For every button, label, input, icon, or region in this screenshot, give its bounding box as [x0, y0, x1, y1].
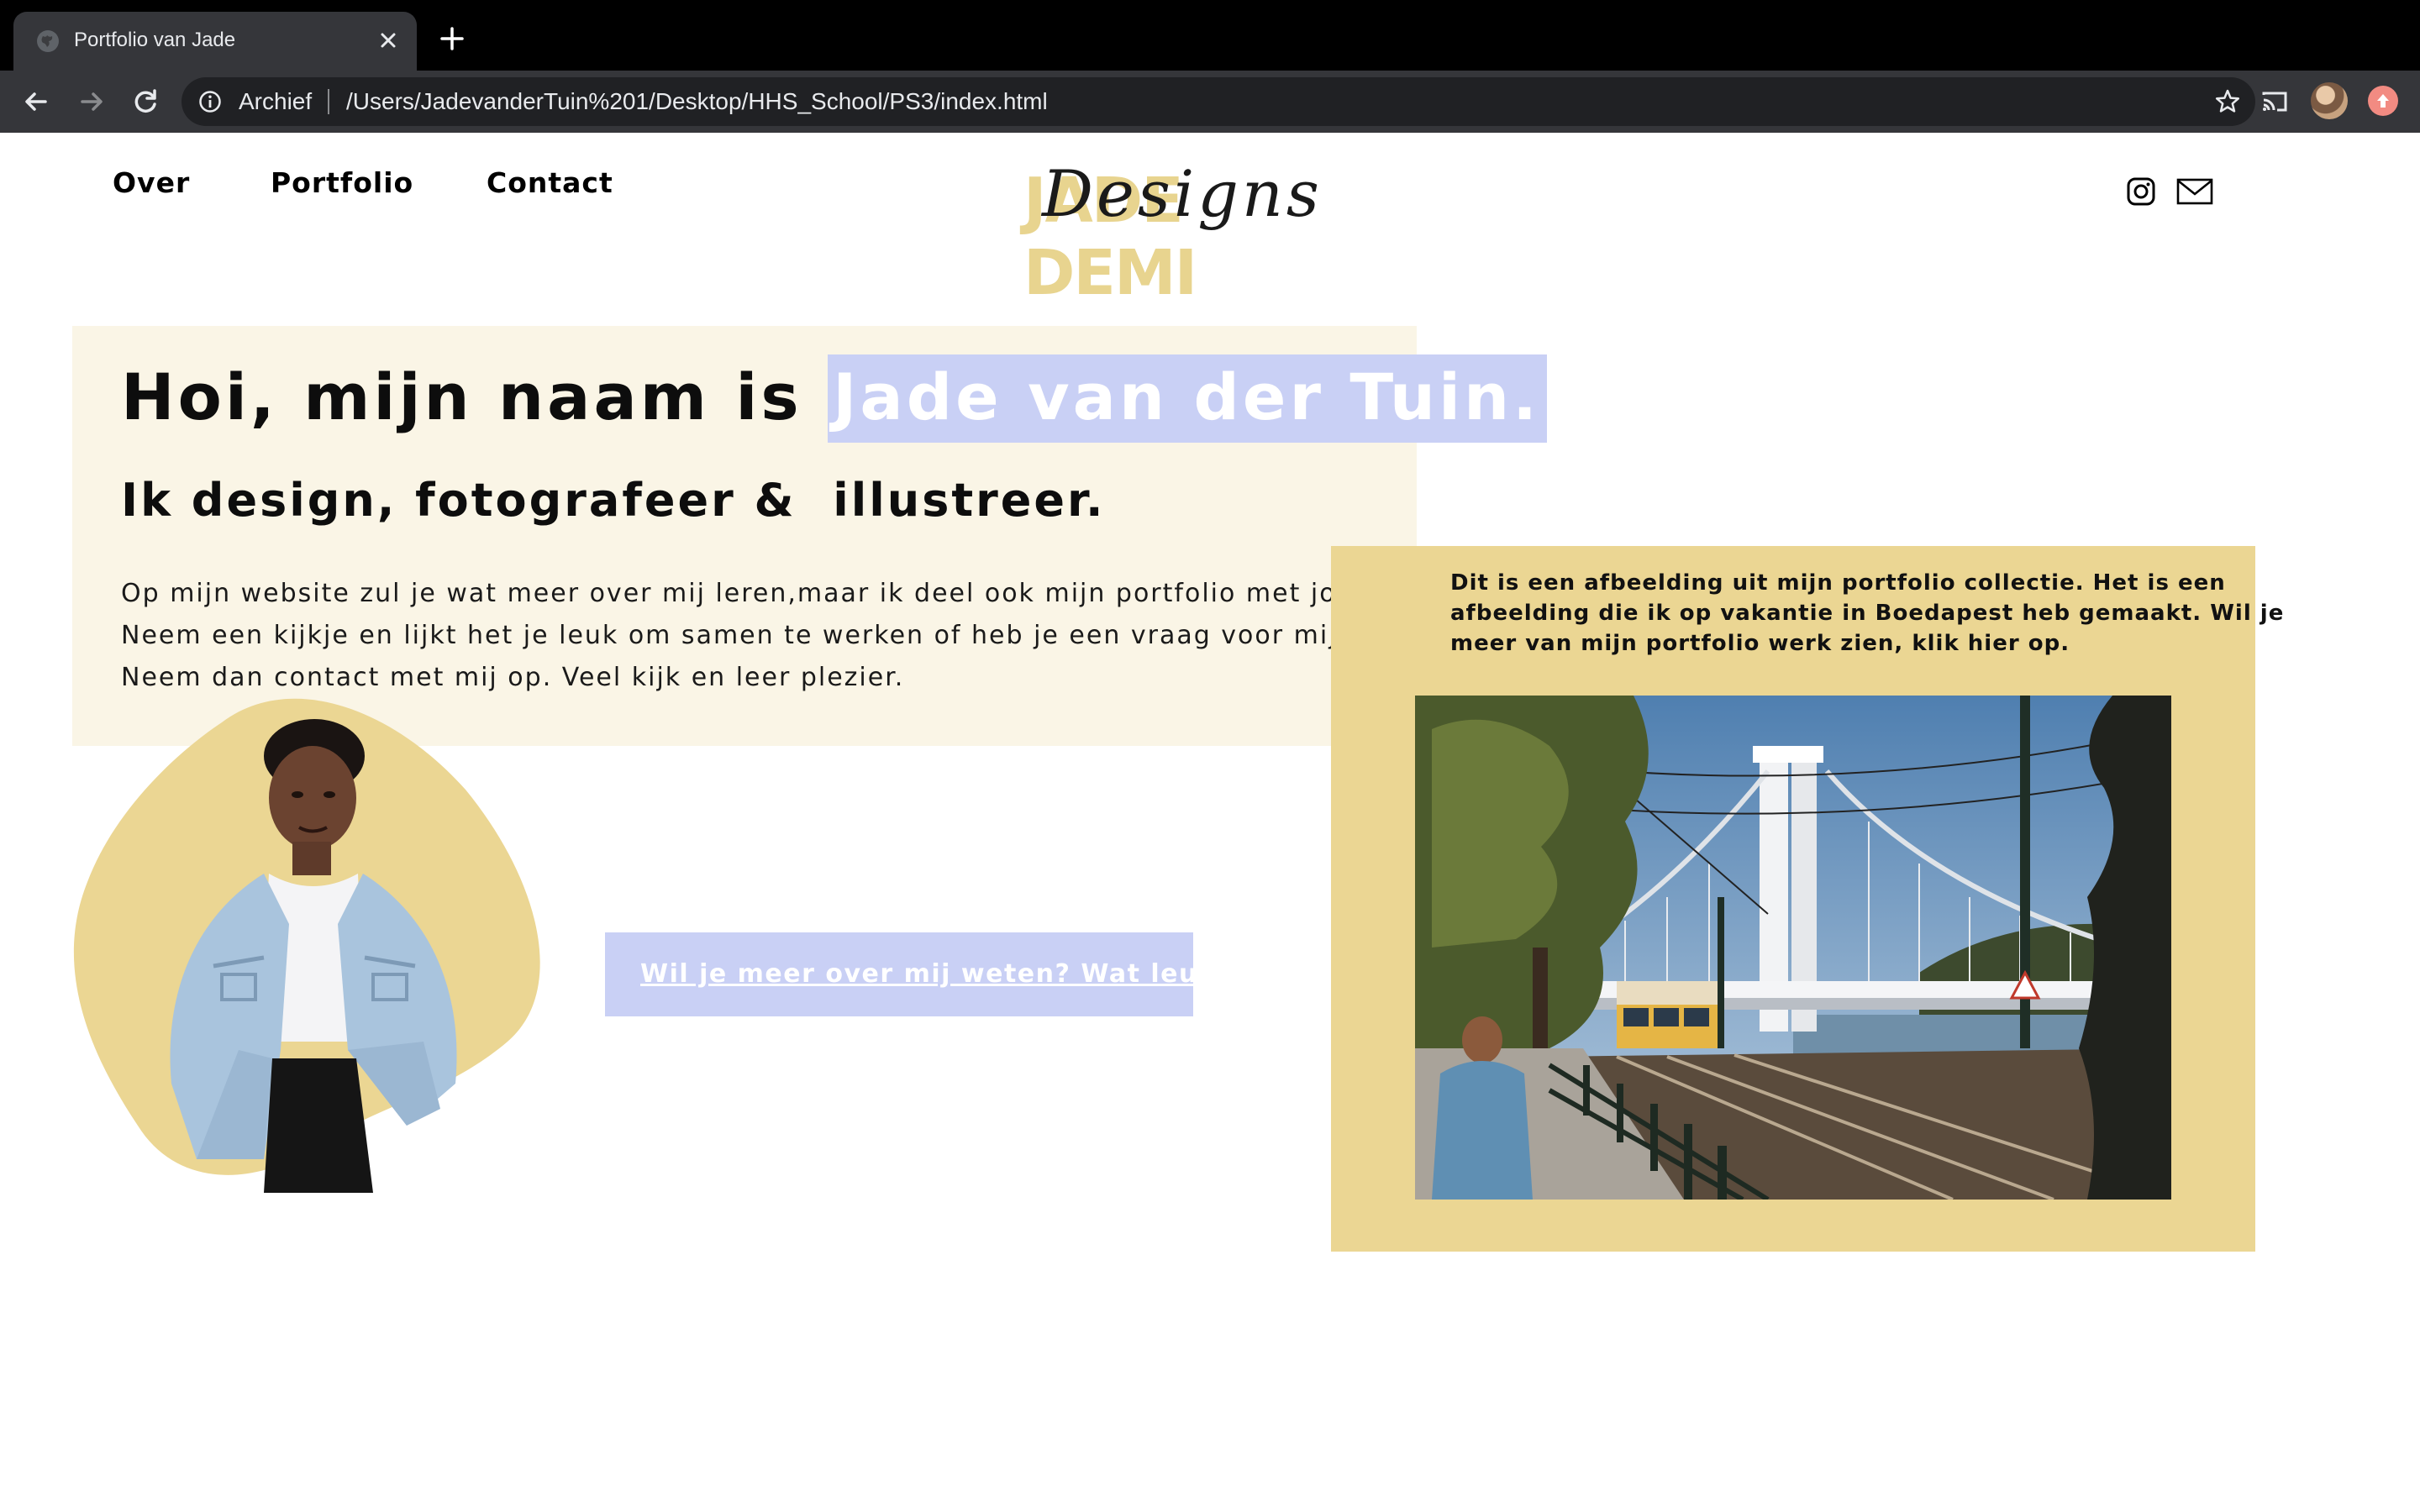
title-highlight-name: Jade van der Tuin.	[828, 354, 1548, 443]
address-bar[interactable]: Archief /Users/JadevanderTuin%201/Deskto…	[182, 77, 2255, 126]
info-icon[interactable]	[198, 90, 222, 113]
nav-item-contact[interactable]: Contact	[487, 166, 613, 199]
card-text-line: afbeelding die ik op vakantie in Boedape…	[1450, 601, 2285, 626]
about-me-link[interactable]: Wil je meer over mij weten? Wat leuk!	[640, 959, 1229, 989]
bookmark-star-icon[interactable]	[2213, 87, 2242, 116]
new-tab-icon[interactable]	[434, 20, 471, 57]
budapest-tram-image	[1415, 696, 2171, 1200]
globe-icon	[37, 30, 59, 52]
forward-icon[interactable]	[74, 84, 109, 119]
instagram-icon[interactable]	[2126, 176, 2156, 207]
update-icon[interactable]	[2368, 86, 2398, 116]
portfolio-photo[interactable]	[1415, 696, 2171, 1200]
omnibox-divider	[328, 89, 329, 114]
tab-title: Portfolio van Jade	[74, 29, 236, 51]
page-subtitle: Ik design, fotografeer & illustreer.	[121, 474, 1106, 527]
profile-avatar[interactable]	[2311, 82, 2348, 119]
mail-icon[interactable]	[2176, 178, 2213, 205]
portfolio-card-text: Dit is een afbeelding uit mijn portfolio…	[1450, 568, 2285, 659]
title-prefix: Hoi, mijn naam is	[121, 360, 829, 434]
card-text-line: meer van mijn portfolio werk zien, klik …	[1450, 631, 2070, 656]
about-me-button[interactable]: Wil je meer over mij weten? Wat leuk!	[605, 932, 1228, 1016]
card-text-line: Dit is een afbeelding uit mijn portfolio…	[1450, 570, 2226, 596]
site-logo[interactable]: JADE DEMI Designs	[1018, 156, 1355, 309]
browser-tab[interactable]: Portfolio van Jade	[13, 12, 417, 71]
intro-line: Neem een kijkje en lijkt het je leuk om …	[121, 621, 1353, 650]
logo-script: Designs	[1042, 156, 1323, 231]
browser-tabbar: Portfolio van Jade	[0, 0, 2420, 71]
security-label: Archief	[239, 88, 313, 114]
intro-line: Op mijn website zul je wat meer over mij…	[121, 579, 1365, 608]
arrow-up-icon	[2377, 94, 2389, 108]
back-icon[interactable]	[18, 84, 54, 119]
intro-paragraph: Op mijn website zul je wat meer over mij…	[121, 573, 1365, 699]
reload-icon[interactable]	[128, 84, 163, 119]
page-title: Hoi, mijn naam is Jade van der Tuin.	[121, 354, 1548, 443]
cast-icon[interactable]	[2257, 84, 2292, 119]
url-text[interactable]: /Users/JadevanderTuin%201/Desktop/HHS_Sc…	[346, 88, 1048, 115]
nav-item-portfolio[interactable]: Portfolio	[271, 166, 413, 199]
nav-item-over[interactable]: Over	[113, 166, 190, 199]
portrait-blob-image	[73, 698, 540, 1193]
close-tab-icon[interactable]	[371, 24, 405, 57]
browser-toolbar: Archief /Users/JadevanderTuin%201/Deskto…	[0, 71, 2420, 133]
